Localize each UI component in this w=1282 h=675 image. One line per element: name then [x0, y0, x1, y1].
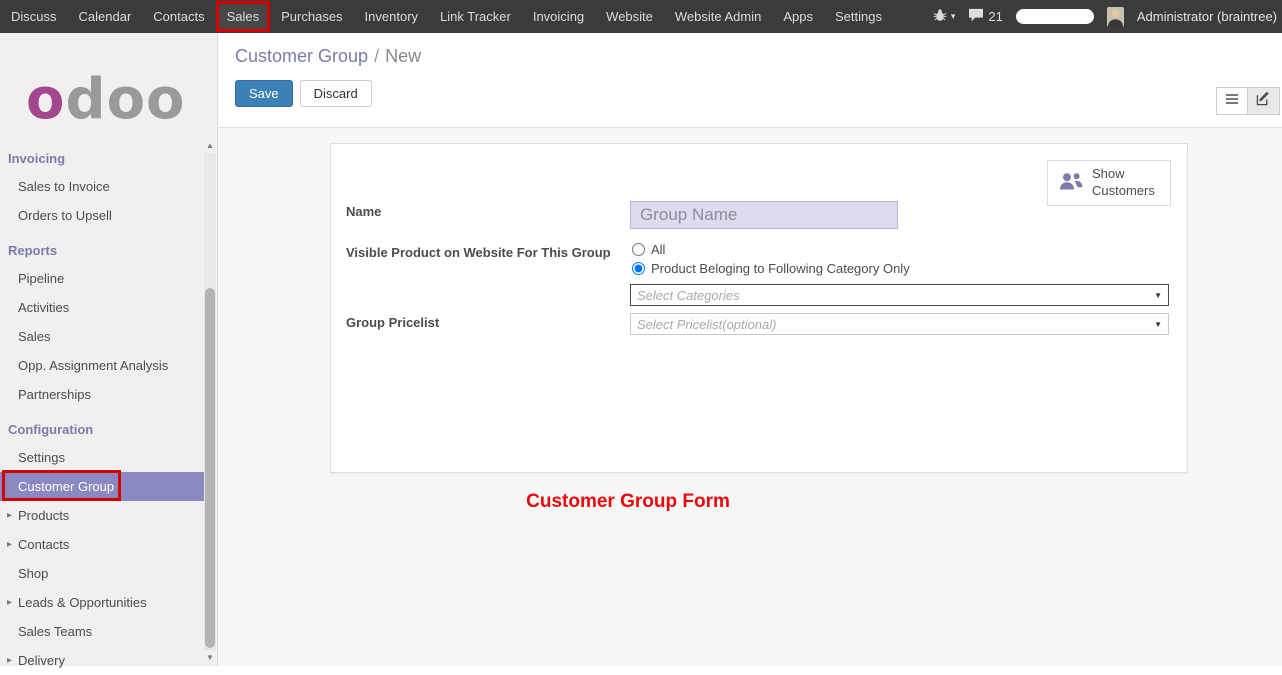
sidebar-item-sales-teams[interactable]: Sales Teams: [0, 617, 217, 646]
breadcrumb-parent-link[interactable]: Customer Group: [235, 46, 368, 66]
visibility-field-label: Visible Product on Website For This Grou…: [346, 245, 611, 260]
annotation-caption: Customer Group Form: [218, 491, 1038, 513]
pricelist-field-label: Group Pricelist: [346, 315, 439, 330]
debug-menu[interactable]: ▾: [933, 8, 956, 25]
expand-caret-icon: ▸: [7, 655, 12, 666]
odoo-logo[interactable]: odoo: [0, 33, 217, 138]
customer-group-form-card: Show Customers Name Visible Product on W…: [330, 143, 1188, 473]
topnav-item-website[interactable]: Website: [595, 0, 664, 33]
edit-pencil-icon: [1256, 91, 1271, 111]
topnav-item-sales[interactable]: Sales: [216, 1, 271, 32]
sidebar-section-reports: Reports: [0, 230, 217, 264]
radio-category-label: Product Beloging to Following Category O…: [651, 261, 910, 276]
topnav-item-settings[interactable]: Settings: [824, 0, 893, 33]
topnav-item-discuss[interactable]: Discuss: [0, 0, 68, 33]
expand-caret-icon: ▸: [7, 510, 12, 521]
sidebar-item-customer-group-label: Customer Group: [18, 479, 114, 494]
name-field-label: Name: [346, 204, 381, 219]
sidebar-section-configuration: Configuration: [0, 409, 217, 443]
sidebar-item-opp-assignment-analysis[interactable]: Opp. Assignment Analysis: [0, 351, 217, 380]
sidebar-item-products[interactable]: ▸ Products: [0, 501, 217, 530]
scroll-up-arrow-icon[interactable]: ▲: [204, 140, 216, 152]
sidebar-item-shop[interactable]: Shop: [0, 559, 217, 588]
sidebar-item-activities[interactable]: Activities: [0, 293, 217, 322]
sidebar-item-products-label: Products: [18, 508, 69, 523]
scroll-down-arrow-icon[interactable]: ▼: [204, 652, 216, 664]
topnav-item-apps[interactable]: Apps: [772, 0, 824, 33]
radio-category-input[interactable]: [632, 262, 645, 275]
systray: ▾ 21 Administrator (braintree): [933, 0, 1282, 33]
topnav-item-link-tracker[interactable]: Link Tracker: [429, 0, 522, 33]
sidebar-item-customer-group[interactable]: Customer Group: [0, 472, 204, 501]
topnav-item-purchases[interactable]: Purchases: [270, 0, 353, 33]
sidebar-item-contacts-label: Contacts: [18, 537, 69, 552]
radio-option-category-only[interactable]: Product Beloging to Following Category O…: [632, 261, 910, 276]
radio-option-all[interactable]: All: [632, 242, 910, 257]
control-panel: Customer Group / New Save Discard: [218, 33, 1282, 128]
sidebar-item-leads-opportunities-label: Leads & Opportunities: [18, 595, 147, 610]
pricelist-select[interactable]: Select Pricelist(optional) ▼: [630, 313, 1169, 335]
sidebar-item-sales-to-invoice[interactable]: Sales to Invoice: [0, 172, 217, 201]
sidebar-item-pipeline[interactable]: Pipeline: [0, 264, 217, 293]
messages-count: 21: [988, 9, 1002, 24]
breadcrumb-separator: /: [374, 46, 379, 66]
top-navigation-bar: Discuss Calendar Contacts Sales Purchase…: [0, 0, 1282, 33]
expand-caret-icon: ▸: [7, 597, 12, 608]
topnav-menu: Discuss Calendar Contacts Sales Purchase…: [0, 0, 893, 33]
user-menu[interactable]: Administrator (braintree): [1137, 9, 1277, 24]
select-caret-icon: ▼: [1154, 320, 1162, 329]
control-panel-buttons: Save Discard: [235, 80, 1282, 107]
main-layout: odoo Invoicing Sales to Invoice Orders t…: [0, 33, 1282, 666]
sidebar-item-orders-to-upsell[interactable]: Orders to Upsell: [0, 201, 217, 230]
form-content-area: Show Customers Name Visible Product on W…: [218, 128, 1282, 666]
topnav-item-website-admin[interactable]: Website Admin: [664, 0, 772, 33]
sidebar: odoo Invoicing Sales to Invoice Orders t…: [0, 33, 218, 666]
form-view-button[interactable]: [1248, 87, 1280, 115]
chevron-down-icon: ▾: [951, 11, 956, 22]
systray-pill-widget[interactable]: [1016, 9, 1094, 24]
topnav-item-contacts[interactable]: Contacts: [142, 0, 215, 33]
discard-button[interactable]: Discard: [300, 80, 372, 107]
show-customers-button[interactable]: Show Customers: [1047, 160, 1171, 206]
logo-accent-letter: o: [26, 67, 65, 132]
sidebar-item-leads-opportunities[interactable]: ▸ Leads & Opportunities: [0, 588, 217, 617]
sidebar-item-partnerships[interactable]: Partnerships: [0, 380, 217, 409]
bug-icon: [933, 8, 947, 25]
list-icon: [1225, 92, 1239, 110]
sidebar-item-sales-report[interactable]: Sales: [0, 322, 217, 351]
sidebar-item-contacts[interactable]: ▸ Contacts: [0, 530, 217, 559]
sidebar-section-invoicing: Invoicing: [0, 138, 217, 172]
sidebar-scrollbar: ▲ ▼: [204, 140, 216, 664]
sidebar-item-settings[interactable]: Settings: [0, 443, 217, 472]
odoo-app-window: Discuss Calendar Contacts Sales Purchase…: [0, 0, 1282, 666]
sidebar-menu: Invoicing Sales to Invoice Orders to Ups…: [0, 138, 217, 675]
categories-select[interactable]: Select Categories ▼: [630, 284, 1169, 306]
user-avatar[interactable]: [1107, 7, 1124, 27]
breadcrumb: Customer Group / New: [235, 46, 1282, 67]
expand-caret-icon: ▸: [7, 539, 12, 550]
topnav-item-sales-label: Sales: [227, 9, 260, 24]
pricelist-select-placeholder: Select Pricelist(optional): [637, 317, 776, 332]
topnav-item-invoicing[interactable]: Invoicing: [522, 0, 595, 33]
group-name-input[interactable]: [630, 201, 898, 229]
topnav-item-calendar[interactable]: Calendar: [68, 0, 143, 33]
view-switcher: [1216, 87, 1280, 115]
topnav-item-inventory[interactable]: Inventory: [354, 0, 429, 33]
select-caret-icon: ▼: [1154, 291, 1162, 300]
main-panel: Customer Group / New Save Discard: [218, 33, 1282, 666]
radio-all-input[interactable]: [632, 243, 645, 256]
categories-select-placeholder: Select Categories: [637, 288, 740, 303]
messages-indicator[interactable]: 21: [968, 8, 1002, 25]
radio-all-label: All: [651, 242, 665, 257]
sidebar-item-delivery[interactable]: ▸ Delivery: [0, 646, 217, 675]
logo-rest: doo: [65, 67, 185, 132]
customers-group-icon: [1058, 170, 1084, 195]
list-view-button[interactable]: [1216, 87, 1248, 115]
scrollbar-thumb[interactable]: [205, 288, 215, 648]
show-customers-label: Show Customers: [1092, 166, 1160, 200]
visibility-radio-group: All Product Beloging to Following Catego…: [632, 242, 910, 280]
breadcrumb-current: New: [385, 46, 421, 66]
save-button[interactable]: Save: [235, 80, 293, 107]
chat-bubble-icon: [968, 8, 984, 25]
